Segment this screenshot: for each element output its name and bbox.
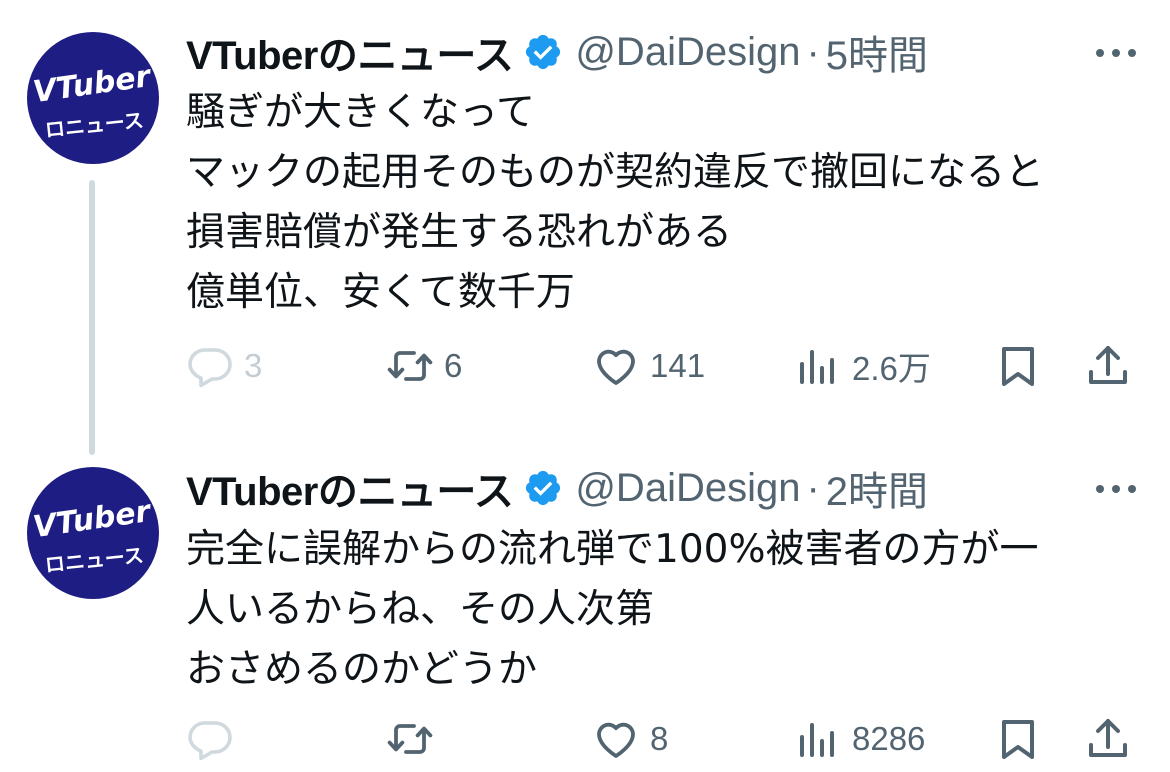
separator-dot: · bbox=[806, 29, 820, 74]
author-handle[interactable]: @DaiDesign bbox=[575, 30, 800, 75]
tweet-text-line: 人いるからね、その人次第 bbox=[186, 587, 655, 632]
bookmark-button[interactable] bbox=[994, 714, 1042, 764]
tweet-text: 完全に誤解からの流れ弾で100%被害者の方が一 人いるからね、その人次第 おさめ… bbox=[186, 520, 1146, 700]
tweet-text-line: 騒ぎが大きくなって bbox=[186, 90, 536, 135]
share-icon bbox=[1084, 342, 1132, 390]
more-dots-icon[interactable] bbox=[1093, 46, 1139, 60]
bookmark-icon bbox=[994, 342, 1042, 390]
retweet-button[interactable] bbox=[386, 714, 444, 764]
timestamp[interactable]: 5時間 bbox=[826, 23, 928, 81]
reply-button[interactable] bbox=[186, 714, 244, 764]
views-count: 8286 bbox=[852, 720, 926, 757]
like-button[interactable]: 141 bbox=[592, 341, 705, 391]
like-count: 141 bbox=[650, 347, 706, 384]
views-button[interactable]: 8286 bbox=[794, 714, 925, 764]
views-button[interactable]: 2.6万 bbox=[794, 341, 931, 391]
reply-button[interactable]: 3 bbox=[186, 341, 262, 391]
heart-icon bbox=[592, 342, 640, 390]
bookmark-icon bbox=[994, 715, 1042, 763]
thread-connector-line bbox=[89, 180, 95, 455]
retweet-icon bbox=[386, 715, 434, 763]
separator-dot: · bbox=[806, 465, 820, 510]
tweet-text-line: おさめるのかどうか bbox=[186, 647, 538, 692]
tweet-text-line: マックの起用そのものが契約違反で撤回になると bbox=[186, 150, 1045, 195]
views-count: 2.6万 bbox=[852, 350, 931, 387]
reply-bubble-icon bbox=[186, 715, 234, 763]
avatar[interactable]: VTuber ロニュース bbox=[27, 467, 159, 599]
share-button[interactable] bbox=[1084, 714, 1132, 764]
views-chart-icon bbox=[794, 715, 842, 763]
avatar-logo: VTuber ロニュース bbox=[31, 494, 155, 577]
author-name[interactable]: VTuberのニュース bbox=[186, 23, 514, 81]
tweet-2[interactable]: VTuber ロニュース VTuberのニュース @DaiDesign · 2時… bbox=[0, 452, 1170, 772]
tweet-text-line: 完全に誤解からの流れ弾で100%被害者の方が一 bbox=[186, 527, 1039, 572]
bookmark-button[interactable] bbox=[994, 341, 1042, 391]
avatar-text-line1: VTuber bbox=[31, 494, 155, 545]
tweet-text-line: 億単位、安くて数千万 bbox=[186, 270, 575, 315]
more-dots-icon[interactable] bbox=[1093, 482, 1139, 496]
reply-count: 3 bbox=[244, 347, 263, 384]
avatar-text-line1: VTuber bbox=[31, 59, 155, 110]
author-handle[interactable]: @DaiDesign bbox=[575, 466, 800, 511]
retweet-count: 6 bbox=[444, 347, 463, 384]
tweet-text-line: 損害賠償が発生する恐れがある bbox=[186, 210, 733, 255]
avatar[interactable]: VTuber ロニュース bbox=[27, 32, 159, 164]
timestamp[interactable]: 2時間 bbox=[826, 459, 928, 517]
views-chart-icon bbox=[794, 342, 842, 390]
like-count: 8 bbox=[650, 720, 669, 757]
retweet-icon bbox=[386, 342, 434, 390]
reply-bubble-icon bbox=[186, 342, 234, 390]
avatar-text-line2: ロニュース bbox=[44, 543, 145, 577]
verified-badge-icon[interactable] bbox=[523, 32, 563, 72]
tweet-text: 騒ぎが大きくなって マックの起用そのものが契約違反で撤回になると 損害賠償が発生… bbox=[186, 83, 1146, 323]
tweet-header: VTuberのニュース @DaiDesign · 5時間 bbox=[186, 27, 928, 79]
heart-icon bbox=[592, 715, 640, 763]
tweet-1[interactable]: VTuber ロニュース VTuberのニュース @DaiDesign · 5時… bbox=[0, 0, 1170, 455]
verified-badge-icon[interactable] bbox=[523, 468, 563, 508]
share-icon bbox=[1084, 715, 1132, 763]
retweet-button[interactable]: 6 bbox=[386, 341, 462, 391]
tweet-header: VTuberのニュース @DaiDesign · 2時間 bbox=[186, 463, 928, 515]
avatar-logo: VTuber ロニュース bbox=[31, 59, 155, 142]
like-button[interactable]: 8 bbox=[592, 714, 668, 764]
tweet-actions: 3 6 141 2.6万 bbox=[186, 341, 1146, 391]
author-name[interactable]: VTuberのニュース bbox=[186, 459, 514, 517]
tweet-actions: 8 8286 bbox=[186, 714, 1146, 764]
avatar-text-line2: ロニュース bbox=[44, 108, 145, 142]
share-button[interactable] bbox=[1084, 341, 1132, 391]
